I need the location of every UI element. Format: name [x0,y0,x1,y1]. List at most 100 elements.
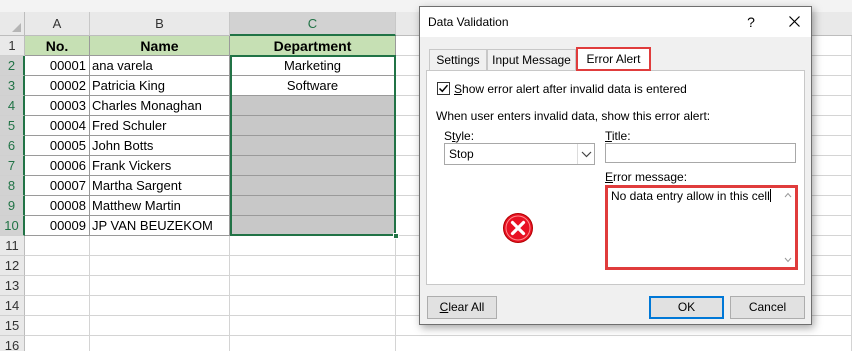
cell-department[interactable] [230,136,396,156]
data-validation-dialog: Data Validation ? Settings Input Message… [419,6,812,325]
scroll-up-icon[interactable] [784,191,792,199]
cell-department[interactable]: Software [230,76,396,96]
cell-name[interactable]: JP VAN BEUZEKOM [90,216,230,236]
empty-cell[interactable] [230,336,396,351]
close-icon [788,16,800,27]
cell-department[interactable] [230,96,396,116]
cell-no[interactable]: 00006 [25,156,90,176]
error-message-text: No data entry allow in this cell [611,189,771,203]
cell-department[interactable] [230,216,396,236]
empty-cell[interactable] [90,296,230,316]
cell-no[interactable]: 00003 [25,96,90,116]
ok-button[interactable]: OK [649,296,724,319]
row-header[interactable]: 10 [0,216,25,236]
scroll-down-icon[interactable] [784,256,792,264]
header-cell-no[interactable]: No. [25,36,90,56]
cell-no[interactable]: 00002 [25,76,90,96]
cell-department[interactable] [230,176,396,196]
close-button[interactable] [783,11,805,33]
row-header[interactable]: 13 [0,276,25,296]
header-cell-name[interactable]: Name [90,36,230,56]
row-header[interactable]: 8 [0,176,25,196]
empty-cell[interactable] [25,256,90,276]
error-message-textarea[interactable]: No data entry allow in this cell [605,185,798,270]
tab-settings[interactable]: Settings [429,49,487,70]
cell-name[interactable]: Charles Monaghan [90,96,230,116]
row-header[interactable]: 14 [0,296,25,316]
cell-name[interactable]: Fred Schuler [90,116,230,136]
row-header[interactable]: 1 [0,36,25,56]
empty-cell[interactable] [25,276,90,296]
empty-cell[interactable] [25,236,90,256]
help-button[interactable]: ? [740,11,762,33]
row-header[interactable]: 11 [0,236,25,256]
cell-name[interactable]: John Botts [90,136,230,156]
cell-name[interactable]: Matthew Martin [90,196,230,216]
row-header[interactable]: 12 [0,256,25,276]
error-alert-panel: Show error alert after invalid data is e… [426,70,805,285]
row-header[interactable]: 4 [0,96,25,116]
cell-no[interactable]: 00001 [25,56,90,76]
row-header[interactable]: 3 [0,76,25,96]
cell-department[interactable] [230,196,396,216]
cell-name[interactable]: Martha Sargent [90,176,230,196]
show-error-alert-checkbox[interactable] [437,82,450,95]
title-input[interactable] [605,143,796,163]
error-message-label: Error message: [605,170,688,184]
empty-cell[interactable] [25,296,90,316]
row-header[interactable]: 2 [0,56,25,76]
empty-cell[interactable] [25,316,90,336]
row-header[interactable]: 15 [0,316,25,336]
row-header[interactable]: 6 [0,136,25,156]
cell-no[interactable]: 00007 [25,176,90,196]
clear-all-button[interactable]: Clear All [427,296,497,319]
select-all-corner[interactable] [0,12,25,36]
cell-department[interactable]: Marketing [230,56,396,76]
stop-error-icon [503,213,533,243]
cell-department[interactable] [230,156,396,176]
style-value: Stop [449,147,474,161]
cancel-button[interactable]: Cancel [730,296,805,319]
column-header-c[interactable]: C [230,12,396,36]
empty-cell[interactable] [25,336,90,351]
tab-input-message[interactable]: Input Message [487,49,576,70]
chevron-down-icon [581,151,592,158]
fill-handle[interactable] [393,233,399,239]
dialog-titlebar[interactable]: Data Validation ? [420,7,811,37]
cell-name[interactable]: ana varela [90,56,230,76]
cell-department[interactable] [230,116,396,136]
empty-cell[interactable] [230,316,396,336]
show-error-alert-label[interactable]: Show error alert after invalid data is e… [454,82,687,96]
checkmark-icon [438,84,449,93]
style-dropdown[interactable]: Stop [444,143,595,165]
row-header[interactable]: 16 [0,336,25,351]
header-cell-department[interactable]: Department [230,36,396,56]
column-header-a[interactable]: A [25,12,90,36]
cell-no[interactable]: 00005 [25,136,90,156]
row-header[interactable]: 5 [0,116,25,136]
cell-no[interactable]: 00009 [25,216,90,236]
column-header-b[interactable]: B [90,12,230,36]
empty-cell[interactable] [230,236,396,256]
empty-cell[interactable] [90,336,230,351]
row-header[interactable]: 7 [0,156,25,176]
empty-cell[interactable] [90,236,230,256]
row-header[interactable]: 9 [0,196,25,216]
instruction-text: When user enters invalid data, show this… [436,109,711,123]
empty-cell[interactable] [230,256,396,276]
empty-cell[interactable] [90,256,230,276]
cell-no[interactable]: 00008 [25,196,90,216]
empty-cell[interactable] [90,316,230,336]
title-label: Title: [605,129,631,143]
empty-cell[interactable] [90,276,230,296]
cell-name[interactable]: Patricia King [90,76,230,96]
tab-error-alert[interactable]: Error Alert [576,47,651,71]
empty-cell[interactable] [230,296,396,316]
dialog-title: Data Validation [428,15,509,29]
cell-name[interactable]: Frank Vickers [90,156,230,176]
cell-no[interactable]: 00004 [25,116,90,136]
empty-cell[interactable] [396,336,852,351]
empty-cell[interactable] [230,276,396,296]
dropdown-arrow[interactable] [577,144,594,164]
style-label: Style: [444,129,475,143]
